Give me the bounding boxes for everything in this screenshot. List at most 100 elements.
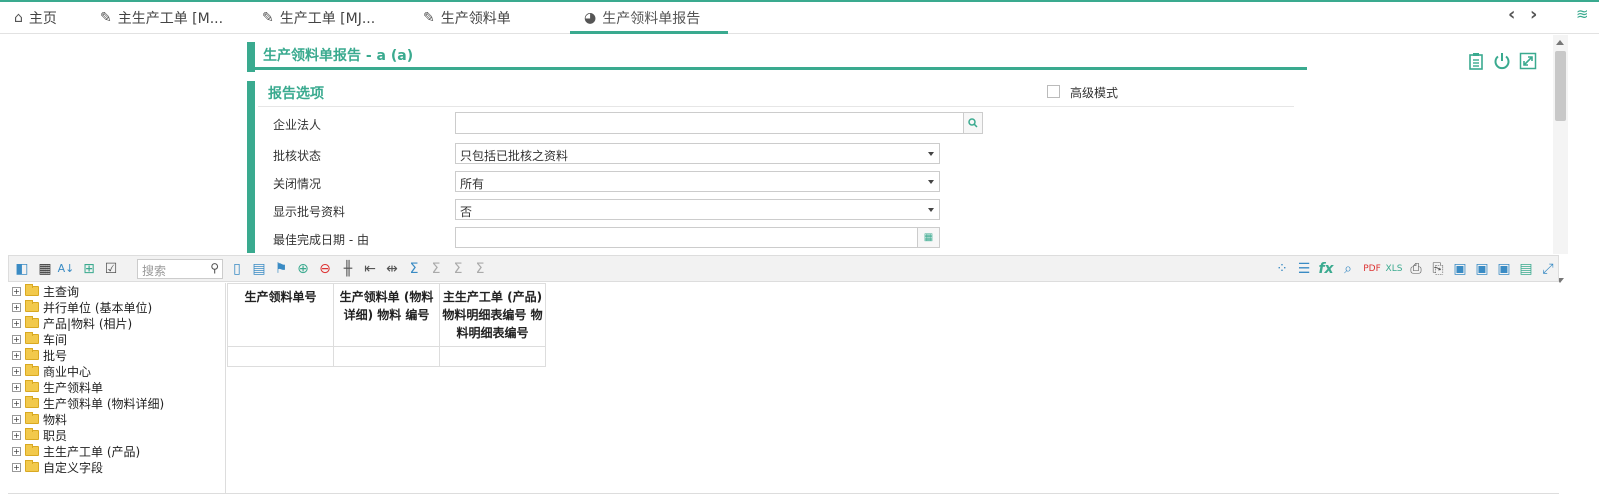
- print-settings-icon[interactable]: ⎙: [1407, 260, 1425, 278]
- report-header: 生产领料单报告 - a (a): [247, 42, 1307, 72]
- sum-group-icon[interactable]: Σ: [427, 260, 445, 278]
- merge-columns-icon[interactable]: ⇹: [383, 260, 401, 278]
- calendar-icon[interactable]: ▦: [917, 228, 939, 247]
- grid-layout-icon[interactable]: ▦: [36, 260, 54, 278]
- table-cell[interactable]: [227, 346, 334, 367]
- sort-az-icon[interactable]: A↓: [57, 260, 75, 278]
- pdf-export-icon[interactable]: PDF: [1363, 260, 1381, 278]
- expand-plus-icon[interactable]: +: [12, 398, 21, 408]
- add-document-icon[interactable]: ⊕: [294, 260, 312, 278]
- print-preview-icon[interactable]: ⎘: [1429, 260, 1447, 278]
- tree-item[interactable]: + 物料: [12, 411, 67, 427]
- column-list-icon[interactable]: ☰: [1295, 260, 1313, 278]
- power-icon[interactable]: [1492, 52, 1512, 72]
- formula-icon[interactable]: fx: [1317, 260, 1335, 278]
- find-icon[interactable]: ⌕: [1339, 260, 1357, 278]
- sum-settings-icon[interactable]: Σ: [471, 260, 489, 278]
- scroll-up-arrow-icon[interactable]: [1556, 40, 1564, 45]
- tree-item[interactable]: + 生产领料单 (物料详细): [12, 395, 164, 411]
- scrollbar-thumb[interactable]: [1555, 51, 1566, 121]
- sum-remove-icon[interactable]: Σ: [449, 260, 467, 278]
- folder-icon: [25, 364, 39, 376]
- save-as-icon[interactable]: ▣: [1473, 260, 1491, 278]
- tree-item[interactable]: + 并行单位 (基本单位): [12, 299, 152, 315]
- pie-chart-icon: ◕: [584, 10, 597, 26]
- tab-material-requisition-report[interactable]: ◕ 生产领料单报告: [584, 2, 700, 34]
- merge-left-icon[interactable]: ⇤: [361, 260, 379, 278]
- column-header[interactable]: 主生产工单 (产品) 物料明细表编号 物料明细表编号: [439, 283, 546, 347]
- approval-status-value: 只包括已批核之资料: [460, 149, 569, 163]
- legal-entity-input[interactable]: [455, 112, 964, 134]
- layers-icon[interactable]: ≋: [1576, 5, 1589, 23]
- folder-icon: [25, 444, 39, 456]
- expand-icon[interactable]: ⤢: [1539, 260, 1557, 278]
- completion-date-from-input[interactable]: ▦: [455, 227, 940, 248]
- tree-item[interactable]: + 主生产工单 (产品): [12, 443, 140, 459]
- remove-column-icon[interactable]: ▯: [228, 260, 246, 278]
- sum-icon[interactable]: Σ: [405, 260, 423, 278]
- expand-plus-icon[interactable]: +: [12, 382, 21, 392]
- split-column-icon[interactable]: ╫: [339, 260, 357, 278]
- expand-plus-icon[interactable]: +: [12, 414, 21, 424]
- tab-production-order[interactable]: ✎ 生产工单 [MJ...: [262, 2, 375, 34]
- chevron-left-icon[interactable]: ‹: [1508, 4, 1515, 25]
- tree-item[interactable]: + 车间: [12, 331, 67, 347]
- divider: [258, 106, 1294, 107]
- expand-plus-icon[interactable]: +: [12, 430, 21, 440]
- folder-icon: [25, 348, 39, 360]
- remove-document-icon[interactable]: ⊖: [316, 260, 334, 278]
- tree-item[interactable]: + 产品|物料 (相片): [12, 315, 132, 331]
- caret-down-icon: [928, 180, 934, 184]
- tree-item[interactable]: + 生产领料单: [12, 379, 103, 395]
- table-cell[interactable]: [439, 346, 546, 367]
- vertical-scrollbar[interactable]: [1553, 35, 1568, 283]
- tree-item[interactable]: + 自定义字段: [12, 459, 103, 475]
- column-header[interactable]: 生产领料单 (物料详细) 物料 编号: [333, 283, 440, 347]
- expand-plus-icon[interactable]: +: [12, 446, 21, 456]
- chevron-right-icon[interactable]: ›: [1530, 4, 1537, 25]
- tree-item[interactable]: + 商业中心: [12, 363, 91, 379]
- title-underline: [255, 67, 1307, 70]
- field-tree: + 主查询 + 并行单位 (基本单位) + 产品|物料 (相片) + 车间 + …: [8, 283, 226, 493]
- tab-master-production-order[interactable]: ✎ 主生产工单 [M...: [100, 2, 223, 34]
- column-header[interactable]: 生产领料单号: [227, 283, 334, 347]
- run-icon[interactable]: ⚑: [272, 260, 290, 278]
- expand-plus-icon[interactable]: +: [12, 334, 21, 344]
- expand-plus-icon[interactable]: +: [12, 286, 21, 296]
- add-icon[interactable]: ⊞: [80, 260, 98, 278]
- approval-status-select[interactable]: 只包括已批核之资料: [455, 143, 940, 164]
- grid-search-input[interactable]: 搜索 ⚲: [137, 259, 223, 279]
- tree-item[interactable]: + 主查询: [12, 283, 79, 299]
- fullscreen-icon[interactable]: [1518, 52, 1538, 72]
- tree-item[interactable]: + 批号: [12, 347, 67, 363]
- tree-item-label: 主生产工单 (产品): [43, 444, 141, 459]
- paste-icon[interactable]: ▤: [1517, 260, 1535, 278]
- options-accent-bar: [247, 81, 255, 253]
- tab-material-requisition[interactable]: ✎ 生产领料单: [423, 2, 511, 34]
- scatter-chart-icon[interactable]: ⁘: [1273, 260, 1291, 278]
- closing-status-select[interactable]: 所有: [455, 171, 940, 192]
- tree-item-label: 物料: [43, 412, 68, 427]
- save-icon[interactable]: ▣: [1451, 260, 1469, 278]
- expand-plus-icon[interactable]: +: [12, 302, 21, 312]
- clipboard-icon[interactable]: [1466, 52, 1486, 72]
- search-icon[interactable]: [963, 112, 983, 134]
- advanced-mode-checkbox[interactable]: [1047, 85, 1060, 98]
- collapse-panel-icon[interactable]: ◧: [13, 260, 31, 278]
- expand-plus-icon[interactable]: +: [12, 318, 21, 328]
- folder-icon: [25, 316, 39, 328]
- show-batch-select[interactable]: 否: [455, 199, 940, 220]
- search-icon[interactable]: ⚲: [210, 261, 219, 275]
- tab-home[interactable]: ⌂ 主页: [14, 2, 57, 34]
- expand-plus-icon[interactable]: +: [12, 462, 21, 472]
- xls-export-icon[interactable]: XLS: [1385, 260, 1403, 278]
- save-template-icon[interactable]: ▣: [1495, 260, 1513, 278]
- tree-item[interactable]: + 职员: [12, 427, 67, 443]
- expand-plus-icon[interactable]: +: [12, 350, 21, 360]
- table-cell[interactable]: [333, 346, 440, 367]
- tree-item-label: 生产领料单: [43, 380, 104, 395]
- remove-table-icon[interactable]: ▤: [250, 260, 268, 278]
- options-section-title: 报告选项: [268, 86, 324, 102]
- select-checkbox-dropdown-icon[interactable]: ☑: [102, 260, 120, 278]
- expand-plus-icon[interactable]: +: [12, 366, 21, 376]
